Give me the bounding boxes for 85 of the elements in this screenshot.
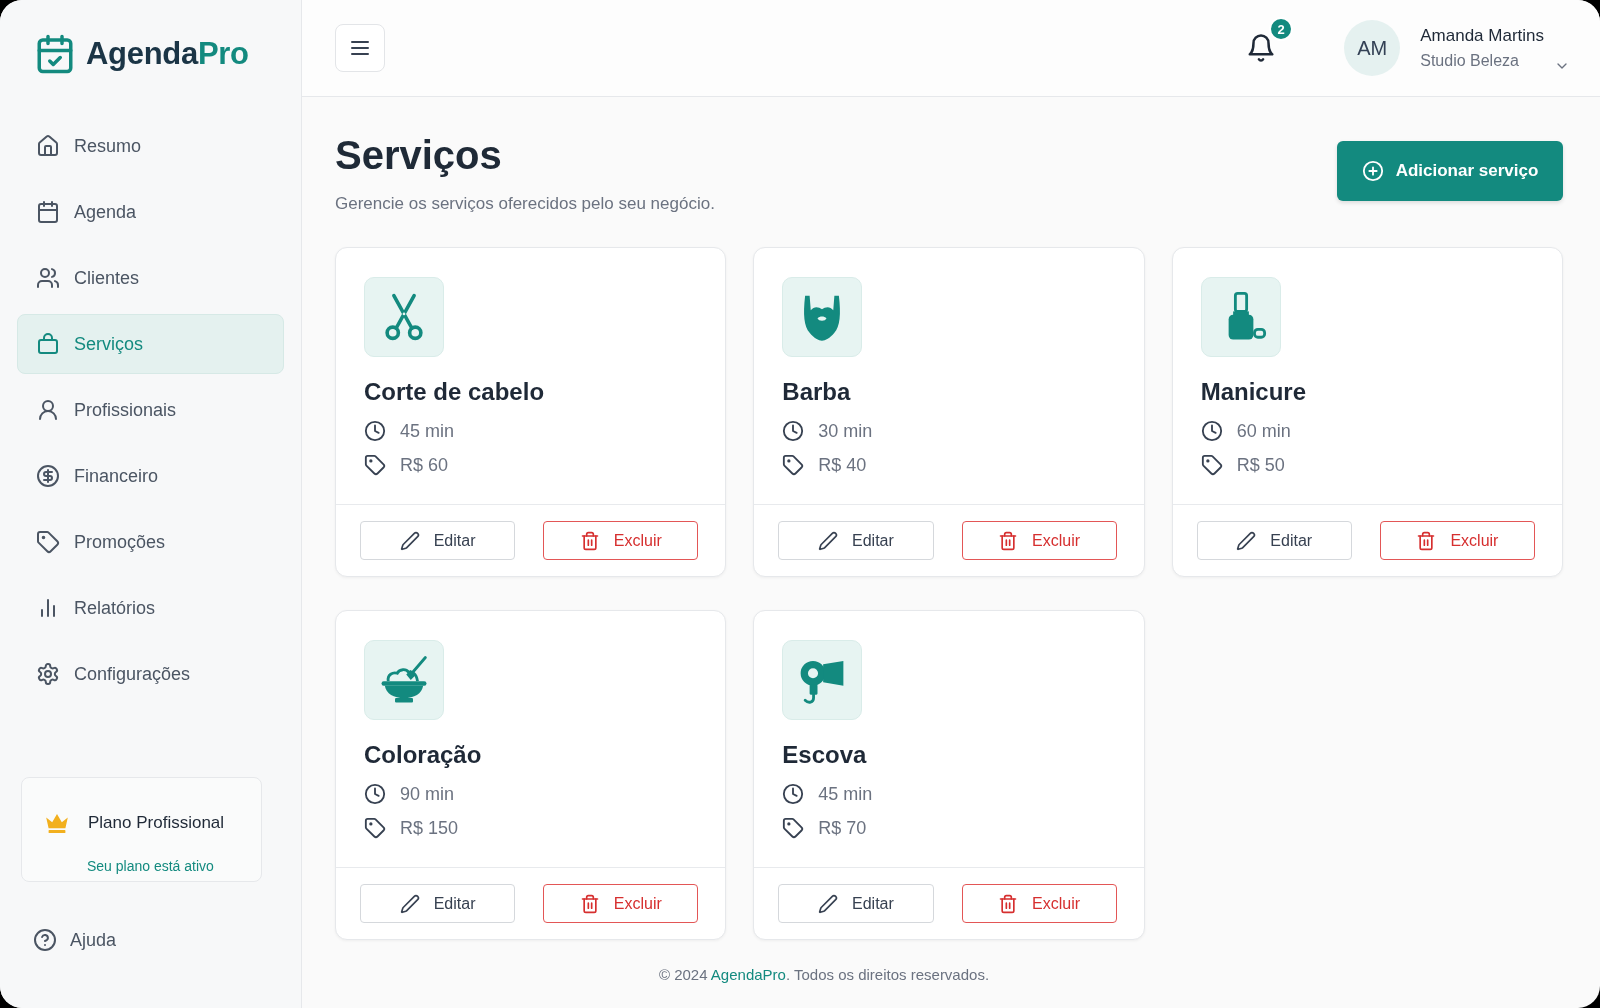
hair-dryer-icon <box>782 640 863 720</box>
settings-icon <box>36 662 60 686</box>
crown-icon <box>45 812 69 834</box>
nav-item[interactable]: Relatórios <box>17 578 284 638</box>
beard-icon <box>782 277 863 357</box>
page-title: Serviços <box>335 132 503 179</box>
clock-icon <box>782 783 805 805</box>
user-icon <box>36 398 60 422</box>
trash-icon <box>998 893 1019 914</box>
logo-text: AgendaPro <box>86 36 249 72</box>
nav-item[interactable]: Clientes <box>17 248 284 308</box>
delete-button[interactable]: Excluir <box>543 521 699 560</box>
pencil-icon <box>399 893 420 914</box>
tag-icon <box>364 454 386 476</box>
business-name: Studio Beleza <box>1420 52 1520 70</box>
user-name: Amanda Martins <box>1420 26 1544 46</box>
trash-icon <box>579 530 600 551</box>
edit-button[interactable]: Editar <box>1196 521 1352 560</box>
service-price: R$ 70 <box>818 817 867 839</box>
delete-button[interactable]: Excluir <box>1379 521 1535 560</box>
footer-text: © 2024 AgendaPro. Todos os direitos reservados. <box>658 965 990 983</box>
service-price: R$ 150 <box>400 817 459 839</box>
service-duration: 45 min <box>818 783 873 805</box>
shopping-bag-icon <box>36 332 60 356</box>
pencil-icon <box>1236 530 1257 551</box>
tag-icon <box>36 530 60 554</box>
nav-item[interactable]: Serviços <box>17 314 284 374</box>
notification-badge: 2 <box>1269 17 1294 41</box>
pencil-icon <box>818 893 838 914</box>
service-price: R$ 50 <box>1236 454 1285 476</box>
service-duration: 90 min <box>400 783 455 805</box>
service-price: R$ 40 <box>818 454 867 476</box>
users-icon <box>36 266 60 290</box>
edit-button[interactable]: Editar <box>360 521 516 560</box>
trash-icon <box>1416 530 1437 551</box>
service-duration: 45 min <box>400 420 455 442</box>
clock-icon <box>364 783 386 805</box>
clock-icon <box>782 420 805 442</box>
nail-polish-icon <box>1200 277 1281 357</box>
menu-button[interactable] <box>335 24 385 72</box>
help-icon <box>33 928 57 952</box>
delete-button[interactable]: Excluir <box>961 521 1117 560</box>
add-service-button[interactable]: Adicionar serviço <box>1337 141 1563 201</box>
footer-link[interactable]: AgendaPro <box>710 965 786 983</box>
service-name: Manicure <box>1200 377 1308 407</box>
page-subtitle: Gerencie os serviços oferecidos pelo seu negócio. <box>335 193 715 215</box>
calendar-icon <box>36 200 60 224</box>
nav-item[interactable]: Promoções <box>17 512 284 572</box>
service-name: Coloração <box>364 740 483 770</box>
nav-item[interactable]: Resumo <box>17 116 284 176</box>
plan-title: Plano Profissional <box>88 813 226 833</box>
service-name: Barba <box>782 377 852 407</box>
clock-icon <box>1200 420 1223 442</box>
service-duration: 30 min <box>818 420 873 442</box>
plan-status: Seu plano está ativo <box>87 857 215 874</box>
calendar-check-icon <box>34 32 76 76</box>
pencil-icon <box>399 530 420 551</box>
nav-item[interactable]: Agenda <box>17 182 284 242</box>
service-duration: 60 min <box>1236 420 1291 442</box>
edit-button[interactable]: Editar <box>778 884 934 923</box>
nav-item[interactable]: Profissionais <box>17 380 284 440</box>
service-name: Escova <box>782 740 868 770</box>
service-name: Corte de cabelo <box>364 377 546 407</box>
dollar-icon <box>36 464 60 488</box>
edit-button[interactable]: Editar <box>360 884 516 923</box>
user-avatar: AM <box>1344 20 1401 76</box>
nav-item[interactable]: Configurações <box>17 644 284 704</box>
delete-button[interactable]: Excluir <box>961 884 1117 923</box>
delete-button[interactable]: Excluir <box>543 884 699 923</box>
scissors-icon <box>364 277 444 357</box>
plus-circle-icon <box>1361 160 1384 182</box>
service-price: R$ 60 <box>400 454 449 476</box>
clock-icon <box>364 420 386 442</box>
tag-icon <box>782 817 805 839</box>
tag-icon <box>364 817 386 839</box>
tag-icon <box>782 454 805 476</box>
nav-item[interactable]: Financeiro <box>17 446 284 506</box>
home-icon <box>36 134 60 158</box>
help-link[interactable]: Ajuda <box>33 920 117 960</box>
pencil-icon <box>818 530 838 551</box>
trash-icon <box>998 530 1019 551</box>
trash-icon <box>579 893 600 914</box>
tag-icon <box>1200 454 1223 476</box>
edit-button[interactable]: Editar <box>778 521 934 560</box>
bowl-brush-icon <box>364 640 444 720</box>
